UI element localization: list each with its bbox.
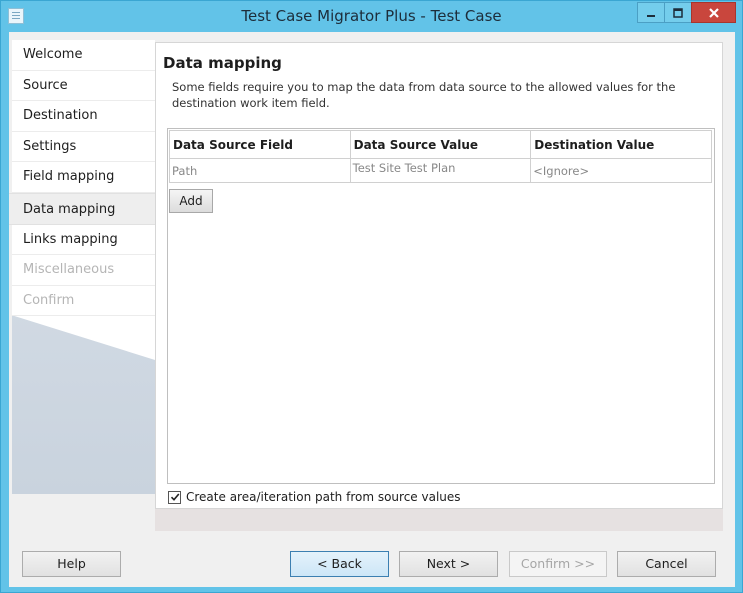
back-button[interactable]: < Back bbox=[290, 551, 389, 577]
sidebar-item-field-mapping[interactable]: Field mapping bbox=[12, 162, 155, 193]
checkmark-icon bbox=[170, 493, 179, 501]
add-button[interactable]: Add bbox=[169, 189, 213, 213]
mapping-table: Data Source Field Data Source Value Dest… bbox=[169, 130, 712, 183]
table-row[interactable]: Path Test Site Test Plan <Ignore> bbox=[169, 158, 712, 183]
create-path-label: Create area/iteration path from source v… bbox=[186, 490, 461, 504]
data-mapping-grid: Data Source Field Data Source Value Dest… bbox=[167, 128, 715, 484]
minimize-button[interactable] bbox=[637, 2, 665, 23]
column-header-destination-value[interactable]: Destination Value bbox=[530, 130, 712, 159]
wizard-steps-nav: Welcome Source Destination Settings Fiel… bbox=[9, 40, 155, 316]
status-strip bbox=[155, 508, 723, 531]
close-icon bbox=[708, 7, 719, 18]
maximize-button[interactable] bbox=[664, 2, 692, 23]
column-header-data-source-value[interactable]: Data Source Value bbox=[349, 130, 532, 159]
sidebar-item-settings[interactable]: Settings bbox=[12, 132, 155, 162]
sidebar-item-links-mapping[interactable]: Links mapping bbox=[12, 225, 155, 255]
wizard-client-area: Welcome Source Destination Settings Fiel… bbox=[9, 32, 735, 587]
app-window: Test Case Migrator Plus - Test Case Welc… bbox=[0, 0, 743, 593]
confirm-button: Confirm >> bbox=[509, 551, 607, 577]
close-button[interactable] bbox=[691, 2, 736, 23]
window-title: Test Case Migrator Plus - Test Case bbox=[241, 7, 502, 25]
help-button[interactable]: Help bbox=[22, 551, 121, 577]
sidebar-item-miscellaneous: Miscellaneous bbox=[12, 255, 155, 286]
sidebar-item-data-mapping[interactable]: Data mapping bbox=[9, 192, 155, 225]
sidebar-item-source[interactable]: Source bbox=[12, 71, 155, 101]
cancel-button[interactable]: Cancel bbox=[617, 551, 716, 577]
main-panel: Data mapping Some fields require you to … bbox=[155, 42, 723, 527]
cell-data-source-value[interactable]: Test Site Test Plan bbox=[349, 158, 532, 183]
column-header-data-source-field[interactable]: Data Source Field bbox=[169, 130, 351, 159]
sidebar-item-welcome[interactable]: Welcome bbox=[12, 40, 155, 71]
cell-data-source-field[interactable]: Path bbox=[169, 158, 351, 183]
page-description: Some fields require you to map the data … bbox=[172, 80, 676, 110]
title-bar[interactable]: Test Case Migrator Plus - Test Case bbox=[1, 1, 742, 31]
sidebar-item-destination[interactable]: Destination bbox=[12, 101, 155, 132]
page-title: Data mapping bbox=[163, 54, 282, 72]
maximize-icon bbox=[673, 7, 683, 18]
wizard-sidebar: Welcome Source Destination Settings Fiel… bbox=[9, 40, 155, 494]
sidebar-item-confirm: Confirm bbox=[12, 286, 155, 316]
next-button[interactable]: Next > bbox=[399, 551, 498, 577]
minimize-icon bbox=[647, 14, 655, 17]
cell-destination-value[interactable]: <Ignore> bbox=[530, 158, 712, 183]
create-path-checkbox[interactable] bbox=[168, 490, 181, 504]
create-path-option[interactable]: Create area/iteration path from source v… bbox=[168, 490, 461, 504]
